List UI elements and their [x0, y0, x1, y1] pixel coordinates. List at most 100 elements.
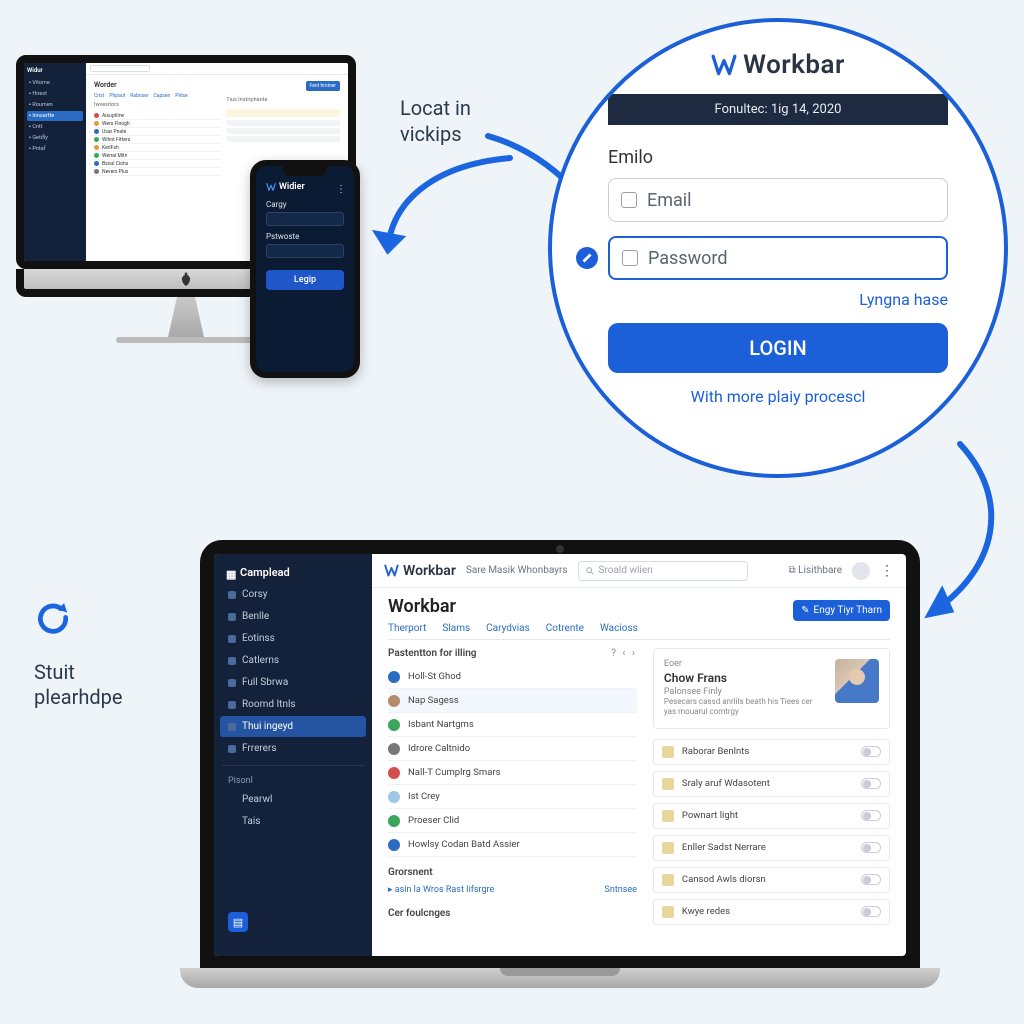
login-button[interactable]: LOGIN: [608, 323, 948, 373]
mb-sidebar-item[interactable]: Benlle: [220, 606, 366, 627]
iphone-brand: Widier: [266, 182, 344, 192]
iphone-login-button[interactable]: Legip: [266, 270, 344, 290]
panel-controls-icon[interactable]: ? ‹ ›: [611, 648, 637, 659]
profile-card: Eoer Chow Frans Palonsee Finly Pesecars …: [653, 648, 890, 729]
toggle-icon[interactable]: [861, 906, 881, 917]
mb-list-row[interactable]: Howlsy Codan Batd Assier: [388, 833, 637, 857]
password-placeholder: Password: [648, 248, 728, 269]
imac-list-row[interactable]: Nevers Plus: [94, 168, 220, 176]
iphone-email-label: Cargy: [266, 200, 344, 209]
mb-item-row[interactable]: Kwye redes: [653, 899, 890, 925]
mb-item-row[interactable]: Raborar Benlnts: [653, 739, 890, 765]
toggle-icon[interactable]: [861, 810, 881, 821]
toggle-icon[interactable]: [861, 842, 881, 853]
mb-tab[interactable]: Carydvias: [486, 623, 530, 634]
mb-sidebar-item[interactable]: Corsy: [220, 584, 366, 605]
apple-logo-icon: [180, 272, 192, 286]
imac-sidebar: Widur ▪ Vitome▪ Hirest▪ Roumen▪ Innsartt…: [24, 63, 86, 261]
imac-tab[interactable]: Capsen: [154, 93, 171, 99]
mb-sidebar-item[interactable]: Frrerers: [220, 738, 366, 759]
caption-top: Locat in vickips: [400, 95, 471, 147]
imac-tab[interactable]: Phpaut: [109, 93, 125, 99]
imac-section1-title: Iwvesitors: [94, 102, 220, 108]
edit-bullet-icon: [576, 247, 598, 269]
toggle-icon[interactable]: [861, 778, 881, 789]
mb-list-row[interactable]: Isbant Nartgms: [388, 713, 637, 737]
imac-list-row[interactable]: Werral Mitn: [94, 152, 220, 160]
imac-list-row[interactable]: Usar Pnate: [94, 128, 220, 136]
mb-list-row[interactable]: Ist Crey: [388, 785, 637, 809]
mb-sidebar-bottom-icon[interactable]: ▤: [228, 912, 248, 932]
profile-name: Chow Frans: [664, 671, 825, 685]
mb-tab[interactable]: Wacioss: [600, 623, 638, 634]
imac-sidebar-item[interactable]: ▪ Innsartte: [27, 111, 83, 121]
profile-desc: Pesecars cassd anrlils beath his Tiees c…: [664, 697, 825, 718]
mb-breadcrumb: Sare Masik Whonbayrs: [466, 565, 568, 576]
mb-sidebar-item[interactable]: Thui ingeyd: [220, 716, 366, 737]
email-placeholder: Email: [647, 190, 692, 211]
imac-sidebar-item[interactable]: ▪ Cntt: [27, 122, 83, 132]
imac-search-input[interactable]: [90, 65, 150, 72]
imac-list-row[interactable]: Bsnul Ciohs: [94, 160, 220, 168]
mb-tab[interactable]: Slams: [442, 623, 470, 634]
email-field[interactable]: Email: [608, 178, 948, 222]
mb-subhead: Grorsnent: [388, 867, 637, 878]
refresh-icon: [34, 600, 72, 638]
mb-list-row[interactable]: Idrore Caltnido: [388, 737, 637, 761]
mb-list-row[interactable]: Nall-T Cumplrg Smars: [388, 761, 637, 785]
mb-list-row[interactable]: Nap Sagess: [388, 689, 637, 713]
camera-icon: [556, 545, 564, 553]
mb-item-row[interactable]: Sraly aruf Wdasotent: [653, 771, 890, 797]
imac-brand: Widur: [27, 67, 83, 74]
checkbox-icon: [622, 250, 638, 266]
password-field[interactable]: Password: [608, 236, 948, 280]
mb-list-row[interactable]: Holl-St Ghod: [388, 665, 637, 689]
imac-list-row[interactable]: Wihnt Fitters: [94, 136, 220, 144]
mb-footer-label: Cer foulcnges: [388, 908, 637, 919]
imac-tab[interactable]: Phlse: [175, 93, 187, 99]
imac-sidebar-item[interactable]: ▪ Getifly: [27, 133, 83, 143]
profile-role: Palonsee Finly: [664, 687, 825, 697]
imac-tab[interactable]: Rabnser: [130, 93, 148, 99]
imac-sidebar-item[interactable]: ▪ Roumen: [27, 100, 83, 110]
imac-list-row[interactable]: Wers Flnogh: [94, 120, 220, 128]
mb-subrow[interactable]: ▸ asin la Wros Rast Iifsrgre Sntnsee: [388, 882, 637, 898]
mb-search-input[interactable]: Sroald wlien: [578, 561, 748, 581]
mb-sidebar-group-label: Pisonl: [220, 772, 366, 788]
profile-eyebrow: Eoer: [664, 659, 825, 669]
imac-sidebar-item[interactable]: ▪ Vitome: [27, 78, 83, 88]
mb-sidebar-item[interactable]: Catlerns: [220, 650, 366, 671]
imac-sidebar-item[interactable]: ▪ Pntaf: [27, 144, 83, 154]
mb-sidebar-item[interactable]: Eotinss: [220, 628, 366, 649]
toggle-icon[interactable]: [861, 874, 881, 885]
iphone-password-input[interactable]: [266, 244, 344, 258]
mb-sidebar-item[interactable]: Tais: [220, 811, 366, 832]
mb-brand: Workbar: [384, 563, 456, 579]
iphone-more-icon[interactable]: ⋮: [336, 184, 346, 195]
imac-list-row[interactable]: KerlFsh: [94, 144, 220, 152]
imac-page-title: Worder: [94, 81, 220, 89]
mb-tab[interactable]: Therport: [388, 623, 426, 634]
mb-tab[interactable]: Cotrente: [546, 623, 584, 634]
mb-item-row[interactable]: Enller Sadst Nerrare: [653, 835, 890, 861]
mb-user-avatar-icon[interactable]: [852, 562, 870, 580]
mb-sidebar-item[interactable]: Pearwl: [220, 789, 366, 810]
mb-item-row[interactable]: Cansod Awls diorsn: [653, 867, 890, 893]
imac-topbar: [86, 63, 348, 75]
iphone-email-input[interactable]: [266, 212, 344, 226]
mb-sidebar-item[interactable]: Full Sbrwa: [220, 672, 366, 693]
mb-list-row[interactable]: Proeser Clid: [388, 809, 637, 833]
toggle-icon[interactable]: [861, 746, 881, 757]
mb-top-icon-label[interactable]: ⧉ Lisithbare: [789, 565, 842, 576]
mb-item-row[interactable]: Pownart light: [653, 803, 890, 829]
imac-sidebar-item[interactable]: ▪ Hirest: [27, 89, 83, 99]
imac-list-row[interactable]: Aisuptlirw: [94, 112, 220, 120]
mb-sidebar-item[interactable]: Roomd Itnls: [220, 694, 366, 715]
login-footer-link[interactable]: With more plaiy procescl: [608, 387, 948, 406]
iphone-password-label: Pstwoste: [266, 232, 344, 241]
imac-action-button[interactable]: Fent hminer: [306, 81, 340, 91]
mb-left-panel-title: Pastentton for illing? ‹ ›: [388, 648, 637, 659]
imac-tab[interactable]: Crist: [94, 93, 104, 99]
forgot-link[interactable]: Lyngna hase: [608, 290, 948, 309]
mb-sidebar-header: ▦ Camplead: [220, 562, 366, 583]
